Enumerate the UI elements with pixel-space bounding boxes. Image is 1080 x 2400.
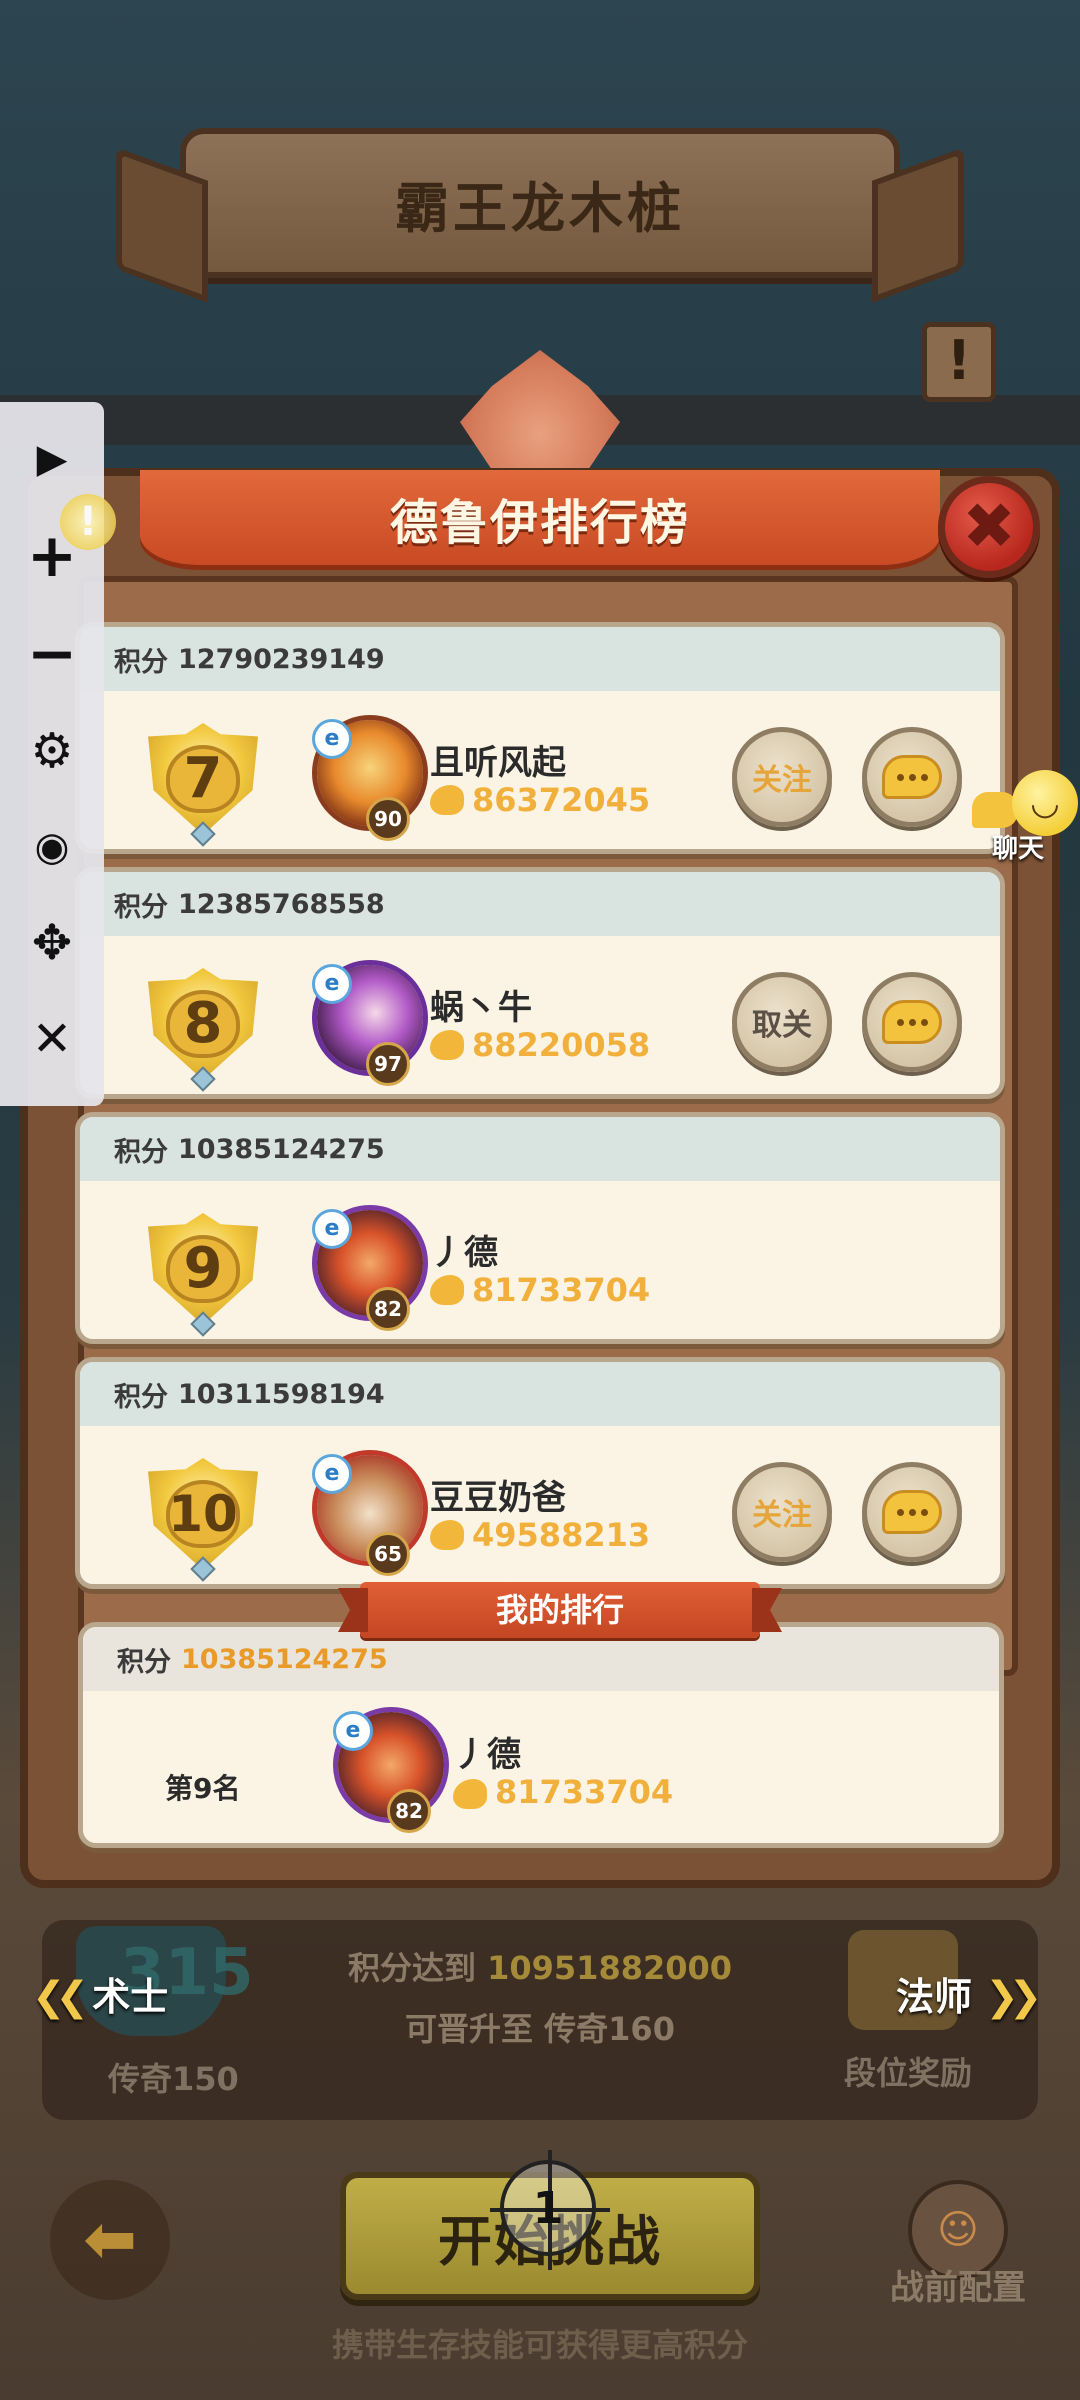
rank-badge: 8	[138, 962, 268, 1092]
zoom-out-icon[interactable]: −	[22, 624, 82, 684]
double-chevron-right-icon: ❯❯	[985, 1974, 1042, 2020]
my-name: 丿德	[453, 1735, 521, 1775]
player-tag-icon: e	[333, 1711, 373, 1751]
my-ranking-card: 积分 10385124275 第9名 e 82 丿德 81733704	[78, 1622, 1004, 1848]
stage-title: 霸王龙木桩	[395, 176, 685, 240]
prebattle-config-label[interactable]: 战前配置	[890, 2260, 1026, 2309]
rank-row-score: 积分 10311598194	[80, 1362, 1000, 1426]
player-level: 82	[366, 1287, 410, 1331]
play-icon[interactable]: ▶	[22, 430, 82, 488]
current-tier-name: 传奇150	[108, 2060, 239, 2098]
player-power: 86372045	[472, 781, 651, 819]
side-chat-label: 聊天	[992, 834, 1045, 864]
follow-button[interactable]: 关注	[732, 727, 832, 827]
chat-bubble-icon	[882, 1000, 942, 1044]
player-level: 90	[366, 797, 410, 841]
power-arm-icon	[430, 1520, 464, 1550]
player-tag-icon: e	[312, 719, 352, 759]
player-power: 49588213	[472, 1516, 651, 1554]
prev-class-button[interactable]: ❮❮ 术士	[32, 1966, 168, 2021]
my-ranking-header: 我的排行	[360, 1582, 760, 1638]
leaderboard-title-ribbon: 德鲁伊排行榜	[140, 470, 940, 565]
player-power: 88220058	[472, 1026, 651, 1064]
player-tag-icon: e	[312, 1454, 352, 1494]
hint-exclamation-icon[interactable]: !	[60, 494, 116, 550]
tip-text: 携带生存技能可获得更高积分	[331, 2326, 748, 2364]
my-power: 81733704	[495, 1773, 674, 1811]
chat-button[interactable]	[862, 727, 962, 827]
back-arrow-icon: ⬅	[83, 2203, 137, 2277]
leaderboard-title: 德鲁伊排行榜	[389, 494, 690, 551]
player-level: 65	[366, 1532, 410, 1576]
tier-reward-label[interactable]: 段位奖励	[844, 2048, 972, 2094]
rank-row-score: 积分 12790239149	[80, 627, 1000, 691]
player-level: 97	[366, 1042, 410, 1086]
player-tag-icon: e	[312, 1209, 352, 1249]
my-rank-position: 第9名	[165, 1772, 241, 1805]
back-button[interactable]: ⬅	[50, 2180, 170, 2300]
rank-row-score: 积分 12385768558	[80, 872, 1000, 936]
next-class-button[interactable]: 法师 ❯❯	[896, 1966, 1042, 2021]
power-arm-icon	[453, 1779, 487, 1809]
power-arm-icon	[430, 1030, 464, 1060]
chat-button[interactable]	[862, 1462, 962, 1562]
player-name: 且听风起	[430, 743, 566, 783]
player-name: 蜗丶牛	[430, 988, 532, 1028]
smile-emoji-icon: ◡	[1012, 770, 1078, 836]
stage-title-banner: 霸王龙木桩	[180, 128, 900, 278]
power-arm-icon	[430, 785, 464, 815]
power-arm-icon	[430, 1275, 464, 1305]
my-level: 82	[387, 1789, 431, 1833]
chat-bubble-icon	[882, 755, 942, 799]
rank-row-8: 积分 12385768558 8 e 97 蜗丶牛 88220058 取关	[75, 867, 1005, 1099]
rank-row-10: 积分 10311598194 10 e 65 豆豆奶爸 49588213 关注	[75, 1357, 1005, 1589]
player-power: 81733704	[472, 1271, 651, 1309]
close-toolbar-icon[interactable]: ✕	[22, 1010, 82, 1068]
rank-row-score: 积分 10385124275	[80, 1117, 1000, 1181]
chat-button[interactable]	[862, 972, 962, 1072]
move-icon[interactable]: ✥	[22, 914, 82, 972]
rank-row-7: 积分 12790239149 7 e 90 且听风起 86372045 关注	[75, 622, 1005, 854]
rank-badge: 10	[138, 1452, 268, 1582]
close-button[interactable]: ✖	[938, 476, 1040, 578]
follow-button[interactable]: 关注	[732, 1462, 832, 1562]
player-tag-icon: e	[312, 964, 352, 1004]
crosshair-target-icon: 1	[490, 2150, 610, 2270]
chat-bubble-icon	[972, 792, 1018, 828]
hide-eye-icon[interactable]: ◉	[22, 818, 82, 876]
rank-badge: 9	[138, 1207, 268, 1337]
double-chevron-left-icon: ❮❮	[32, 1974, 89, 2020]
side-chat-button[interactable]: ◡ 聊天	[972, 770, 1080, 890]
settings-gear-icon[interactable]: ⚙	[22, 722, 82, 780]
close-icon: ✖	[962, 490, 1016, 564]
info-exclamation-icon[interactable]: !	[922, 322, 996, 402]
chat-bubble-icon	[882, 1490, 942, 1534]
player-name: 丿德	[430, 1233, 498, 1273]
monster-crest	[460, 350, 620, 470]
rank-row-9: 积分 10385124275 9 e 82 丿德 81733704	[75, 1112, 1005, 1344]
player-name: 豆豆奶爸	[430, 1478, 566, 1518]
unfollow-button[interactable]: 取关	[732, 972, 832, 1072]
rank-badge: 7	[138, 717, 268, 847]
